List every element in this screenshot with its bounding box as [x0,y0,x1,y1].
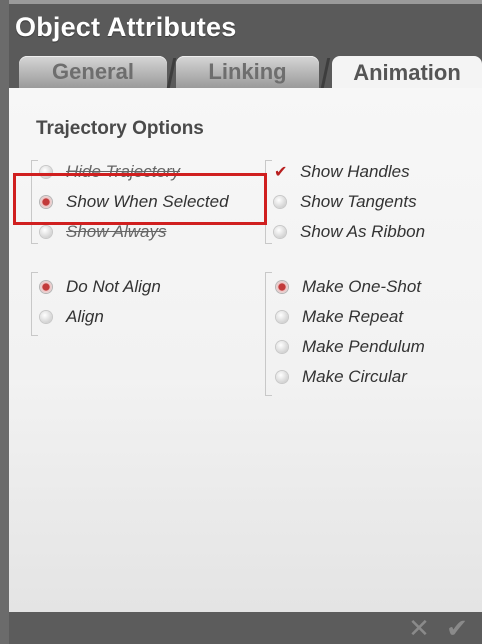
check-mark-icon: ✔ [274,164,288,181]
option-label: Show Always [66,222,167,241]
radio-button-icon [40,226,52,238]
radio-selected-icon [276,281,288,293]
close-icon[interactable]: ✕ [404,612,434,644]
option-label: Show Handles [300,162,410,181]
dialog-title: Object Attributes [15,12,237,42]
option-label: Make One-Shot [302,277,422,296]
radio-align[interactable]: Align [40,307,104,327]
tab-linking[interactable]: Linking [176,56,319,88]
radio-make-one-shot[interactable]: Make One-Shot [276,277,421,297]
group-bracket [265,272,272,396]
checkbox-icon [274,196,286,208]
tab-general[interactable]: General [19,56,167,88]
checkbox-icon [274,226,286,238]
option-label: Make Pendulum [302,337,425,356]
checkbox-show-handles[interactable]: ✔ Show Handles [274,162,410,182]
top-strip [9,0,482,4]
radio-button-icon [40,311,52,323]
option-label: Make Circular [302,367,407,386]
checkmark-icon[interactable]: ✔ [440,612,474,644]
option-label: Show Tangents [300,192,417,211]
radio-make-pendulum[interactable]: Make Pendulum [276,337,425,357]
option-label: Make Repeat [302,307,404,326]
radio-show-always[interactable]: Show Always [40,222,166,242]
tab-animation[interactable]: Animation [332,56,482,90]
radio-make-repeat[interactable]: Make Repeat [276,307,403,327]
radio-button-icon [276,311,288,323]
option-label: Do Not Align [66,277,161,296]
option-label: Align [66,307,104,326]
checkbox-show-tangents[interactable]: Show Tangents [274,192,417,212]
radio-make-circular[interactable]: Make Circular [276,367,407,387]
radio-do-not-align[interactable]: Do Not Align [40,277,161,297]
checkbox-show-as-ribbon[interactable]: Show As Ribbon [274,222,425,242]
group-bracket [31,272,38,336]
section-title: Trajectory Options [36,118,204,139]
radio-button-icon [276,371,288,383]
option-label: Show As Ribbon [300,222,426,241]
highlight-box [13,173,267,225]
radio-button-icon [276,341,288,353]
radio-selected-icon [40,281,52,293]
